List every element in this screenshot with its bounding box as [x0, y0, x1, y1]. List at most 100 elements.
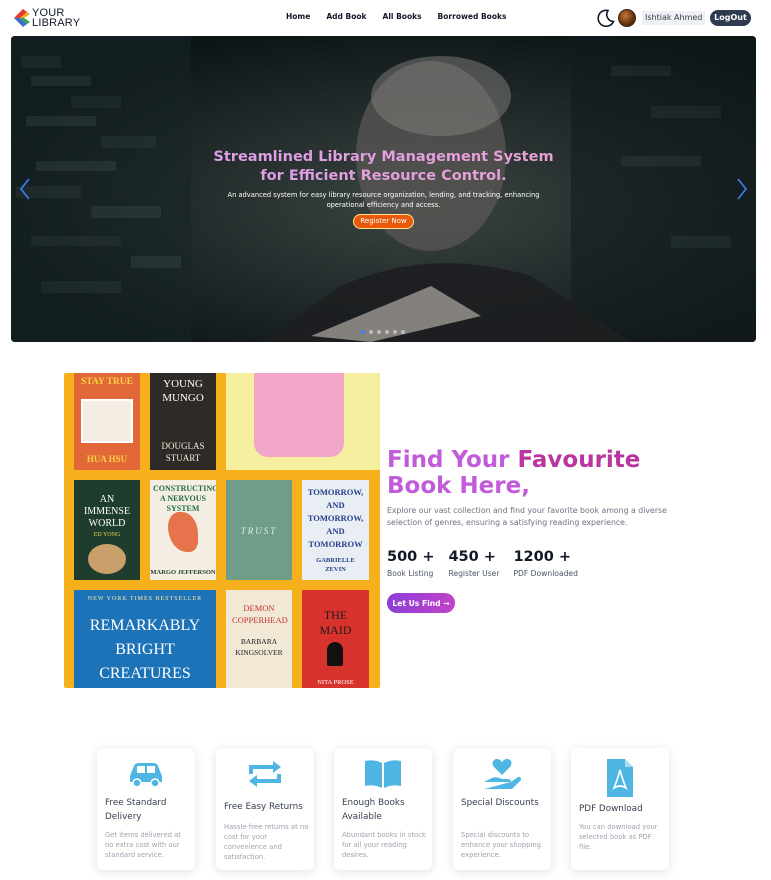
card-description: Abundant books in stock for all your rea…: [342, 831, 426, 859]
book-cover-title: YOUNG MUNGO: [162, 378, 204, 404]
returns-icon: [249, 761, 281, 787]
book-cover: STAY TRUE HUA HSU: [74, 373, 140, 470]
book-cover: YOUNG MUNGO DOUGLAS STUART: [150, 373, 216, 470]
stat-book-listing: 500 + Book Listing: [387, 548, 434, 578]
book-cover-author: ED YONG: [93, 532, 121, 538]
card-description: Hassle-free returns at no cost for your …: [224, 823, 309, 861]
service-card-delivery[interactable]: Free Standard Delivery Get items deliver…: [97, 748, 195, 870]
service-card-discounts[interactable]: Special Discounts Special discounts to e…: [453, 748, 551, 870]
service-card-pdf[interactable]: PDF Download You can download your selec…: [571, 748, 669, 870]
nav-home[interactable]: Home: [286, 12, 310, 21]
card-icon-wrap: [216, 758, 314, 790]
book-cover-title: THE MAID: [319, 608, 352, 637]
card-icon-wrap: [97, 758, 195, 790]
card-title: Enough Books Available: [342, 798, 405, 822]
book-cover-author: BARBARA KINGSOLVER: [235, 637, 283, 657]
book-cover-title: AN IMMENSE WORLD: [83, 494, 131, 529]
card-description: Special discounts to enhance your shoppi…: [461, 831, 541, 859]
card-icon-wrap: [571, 758, 669, 798]
stat-value: 500 +: [387, 549, 435, 565]
book-cover-title: TOMORROW, AND TOMORROW, AND TOMORROW: [307, 487, 364, 549]
nav-add-book[interactable]: Add Book: [326, 12, 366, 21]
book-cover-tagline: NEW YORK TIMES BESTSELLER: [87, 596, 203, 602]
stat-label: Register User: [448, 569, 500, 578]
book-cover: TOMORROW, AND TOMORROW, AND TOMORROW GAB…: [302, 480, 369, 580]
book-cover-title: TRUST: [240, 526, 278, 536]
slider-dot[interactable]: [361, 330, 365, 334]
card-description: Get items delivered at no extra cost wit…: [105, 831, 181, 859]
heart-hand-icon: [484, 758, 521, 789]
nav-all-books[interactable]: All Books: [383, 12, 422, 21]
book-cover-author: DOUGLAS STUART: [161, 441, 205, 463]
book-cover-title: STAY TRUE: [80, 377, 133, 387]
find-description: Explore our vast collection and find you…: [387, 506, 667, 527]
find-title-part-2: Favourite: [517, 447, 641, 473]
card-title: Free Standard Delivery: [105, 798, 167, 822]
find-title-part-1: Find Your: [387, 447, 518, 473]
logout-button[interactable]: LogOut: [710, 10, 751, 26]
let-us-find-label: Let Us Find: [392, 598, 441, 608]
logo[interactable]: YOUR LIBRARY: [14, 8, 81, 29]
chevron-right-icon[interactable]: [735, 177, 749, 201]
card-icon-wrap: [334, 758, 432, 790]
stats: 500 + Book Listing 450 + Register User 1…: [387, 548, 592, 578]
book-cover-art: [168, 512, 198, 552]
logo-mark-icon: [14, 9, 30, 27]
hero-title-line-1: Streamlined Library Management System: [213, 149, 554, 165]
logo-line-2: LIBRARY: [32, 17, 81, 29]
let-us-find-button[interactable]: Let Us Find →: [387, 593, 455, 613]
hero-overlay: [11, 36, 756, 342]
slider-dots: [361, 330, 405, 334]
stat-label: PDF Downloaded: [513, 569, 578, 578]
logo-text: YOUR LIBRARY: [32, 8, 81, 29]
find-title-part-3: Book Here,: [387, 473, 530, 499]
arrow-right-icon: →: [443, 598, 450, 608]
hero-slider: Streamlined Library Management System fo…: [11, 36, 756, 342]
book-cover: [226, 373, 380, 470]
stat-value: 450 +: [448, 549, 496, 565]
slider-dot[interactable]: [401, 330, 405, 334]
stat-pdf-downloaded: 1200 + PDF Downloaded: [513, 548, 577, 578]
slider-dot[interactable]: [377, 330, 381, 334]
card-title: Special Discounts: [461, 798, 539, 808]
book-cover-title: CONSTRUCTING A NERVOUS SYSTEM: [153, 484, 216, 513]
book-cover-author: NITA PROSE: [317, 679, 354, 686]
page: YOUR LIBRARY Home Add Book All Books Bor…: [0, 0, 771, 880]
keyhole-icon: [327, 642, 343, 666]
hero-title-line-2: for Efficient Resource Control.: [260, 168, 507, 184]
book-cover-author: HUA HSU: [86, 454, 128, 464]
book-cover-art: [81, 399, 133, 443]
slider-dot[interactable]: [393, 330, 397, 334]
service-card-books[interactable]: Enough Books Available Abundant books in…: [334, 748, 432, 870]
car-icon: [130, 763, 162, 788]
book-collage-image: STAY TRUE HUA HSU YOUNG MUNGO DOUGLAS ST…: [64, 373, 380, 688]
slider-dot[interactable]: [369, 330, 373, 334]
book-cover: NEW YORK TIMES BESTSELLER REMARKABLY BRI…: [74, 590, 216, 688]
chevron-left-icon[interactable]: [18, 177, 32, 201]
stat-label: Book Listing: [387, 569, 434, 578]
nav-links: Home Add Book All Books Borrowed Books: [286, 12, 506, 21]
avatar[interactable]: [618, 9, 636, 27]
nav-borrowed-books[interactable]: Borrowed Books: [438, 12, 507, 21]
book-cover-author: MARGO JEFFERSON: [150, 569, 216, 576]
book-cover: CONSTRUCTING A NERVOUS SYSTEM MARGO JEFF…: [150, 480, 216, 580]
book-cover-title: DEMON COPPERHEAD: [232, 603, 288, 625]
find-title: Find Your Favourite Book Here,: [387, 447, 687, 499]
card-title: Free Easy Returns: [224, 802, 303, 812]
pdf-file-icon: [607, 759, 633, 797]
card-title: PDF Download: [579, 804, 643, 814]
book-open-icon: [365, 760, 401, 788]
card-icon-wrap: [453, 758, 551, 790]
hero-title: Streamlined Library Management System fo…: [11, 148, 756, 186]
book-cover-art: [88, 544, 126, 574]
service-card-returns[interactable]: Free Easy Returns Hassle-free returns at…: [216, 748, 314, 870]
book-cover: AN IMMENSE WORLD ED YONG: [74, 480, 140, 580]
book-cover-title: REMARKABLY BRIGHT CREATURES: [89, 617, 201, 682]
book-cover: DEMON COPPERHEAD BARBARA KINGSOLVER: [226, 590, 292, 688]
book-cover-author: GABRIELLE ZEVIN: [316, 557, 355, 573]
moon-icon[interactable]: [597, 9, 615, 27]
stat-register-user: 450 + Register User: [448, 548, 499, 578]
register-now-button[interactable]: Register Now: [353, 214, 414, 229]
book-cover: THE MAID NITA PROSE: [302, 590, 369, 688]
slider-dot[interactable]: [385, 330, 389, 334]
